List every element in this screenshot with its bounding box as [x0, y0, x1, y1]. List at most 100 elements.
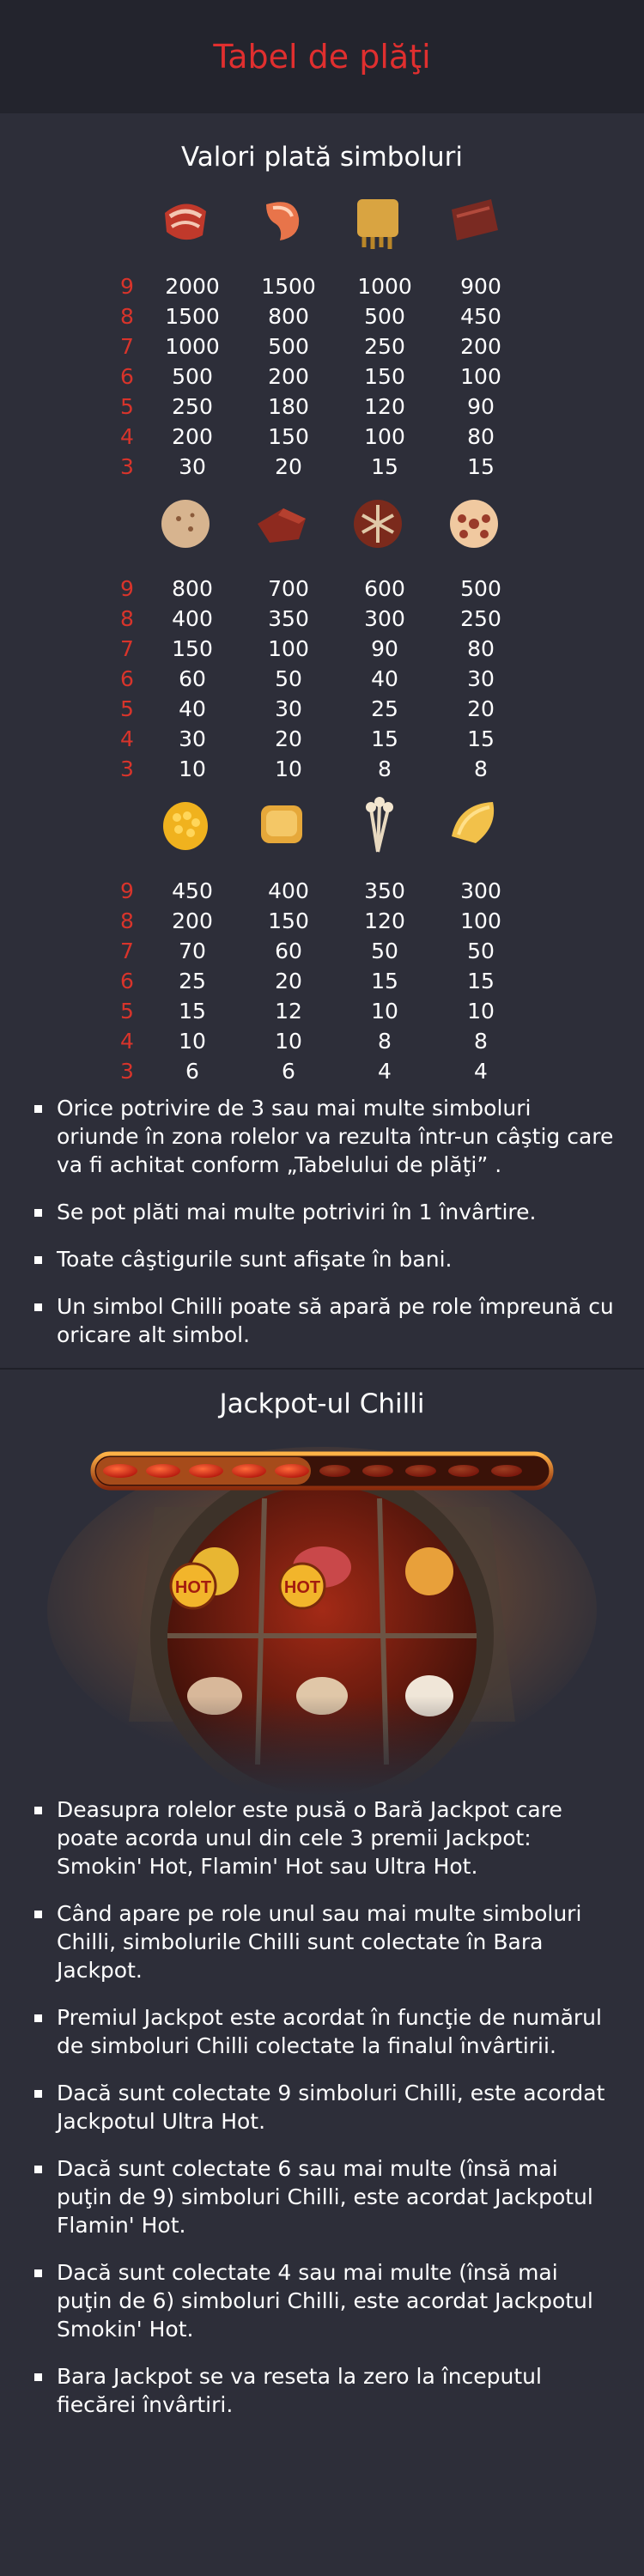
payout-value: 450 — [172, 878, 213, 903]
paytable-row: 3 6 6 4 4 — [0, 1056, 644, 1086]
payout-value: 10 — [179, 1029, 206, 1054]
symbol-icons — [153, 187, 507, 252]
payout-value: 120 — [364, 908, 405, 933]
paytable-row: 6 25 20 15 15 — [0, 966, 644, 996]
payout-value: 500 — [364, 304, 405, 329]
paytable-row: 8 400 350 300 250 — [0, 604, 644, 634]
payout-value: 40 — [179, 696, 206, 721]
payout-value: 90 — [467, 394, 495, 419]
payout-value: 300 — [364, 606, 405, 631]
payout-value: 250 — [460, 606, 501, 631]
match-count-label: 9 — [120, 576, 134, 601]
paytable-group: 9 800 700 600 500 8 400 350 300 250 7 150 100 90 80 6 60… — [0, 489, 644, 792]
match-count-label: 7 — [120, 334, 134, 359]
paytable-row: 9 2000 1500 1000 900 — [0, 271, 644, 301]
payout-value: 200 — [268, 364, 309, 389]
match-count-label: 7 — [120, 636, 134, 661]
payout-value: 800 — [172, 576, 213, 601]
payout-value: 6 — [185, 1059, 199, 1084]
match-count-label: 5 — [120, 696, 134, 721]
payout-value: 15 — [371, 969, 398, 993]
potato-icon — [452, 802, 495, 843]
payout-value: 1500 — [261, 274, 316, 299]
payout-value: 30 — [467, 666, 495, 691]
match-count-label: 3 — [120, 454, 134, 479]
jackpot-rules-list: Deasupra rolelor este pusă o Bară Jackpo… — [0, 1795, 617, 2419]
payout-value: 20 — [275, 454, 302, 479]
header: Tabel de plăţi — [0, 0, 644, 113]
payout-value: 150 — [172, 636, 213, 661]
payout-value: 10 — [275, 1029, 302, 1054]
payout-value: 1000 — [165, 334, 220, 359]
payout-value: 8 — [474, 1029, 488, 1054]
match-count-label: 4 — [120, 726, 134, 751]
payout-value: 800 — [268, 304, 309, 329]
payout-value: 25 — [371, 696, 398, 721]
payout-value: 15 — [467, 969, 495, 993]
match-count-label: 9 — [120, 878, 134, 903]
payout-value: 100 — [268, 636, 309, 661]
payout-value: 20 — [275, 726, 302, 751]
match-count-label: 4 — [120, 1029, 134, 1054]
match-count-label: 6 — [120, 364, 134, 389]
match-count-label: 6 — [120, 666, 134, 691]
payout-value: 10 — [467, 999, 495, 1024]
paytable-group: 9 2000 1500 1000 900 8 1500 800 500 450 7 1000 500 25… — [0, 187, 644, 489]
payout-value: 2000 — [165, 274, 220, 299]
paytable-row: 5 40 30 25 20 — [0, 694, 644, 724]
payout-value: 6 — [282, 1059, 295, 1084]
payout-value: 100 — [364, 424, 405, 449]
payout-value: 15 — [371, 726, 398, 751]
match-count-label: 6 — [120, 969, 134, 993]
enoki-icon — [366, 797, 393, 853]
payout-value: 90 — [371, 636, 398, 661]
rule-item: Dacă sunt colectate 9 simboluri Chilli, … — [33, 2079, 617, 2136]
payout-value: 80 — [467, 424, 495, 449]
rules-list: Orice potrivire de 3 sau mai multe simbo… — [0, 1094, 617, 1349]
payout-value: 20 — [467, 696, 495, 721]
tripe-icon — [357, 199, 398, 249]
paytable-row: 3 30 20 15 15 — [0, 452, 644, 482]
paytable-row: 4 30 20 15 15 — [0, 724, 644, 754]
jackpot-bar — [90, 1451, 554, 1491]
rule-item: Când apare pe role unul sau mai multe si… — [33, 1899, 617, 1984]
payout-value: 700 — [268, 576, 309, 601]
payout-value: 10 — [179, 756, 206, 781]
payout-value: 8 — [474, 756, 488, 781]
payout-value: 150 — [364, 364, 405, 389]
rule-item: Dacă sunt colectate 6 sau mai multe (îns… — [33, 2154, 617, 2239]
payout-value: 500 — [172, 364, 213, 389]
payout-value: 50 — [275, 666, 302, 691]
payout-value: 30 — [275, 696, 302, 721]
rule-item: Bara Jackpot se va reseta la zero la înc… — [33, 2362, 617, 2419]
payout-value: 120 — [364, 394, 405, 419]
payout-value: 50 — [371, 939, 398, 963]
payout-value: 20 — [275, 969, 302, 993]
mushroom-icon — [354, 500, 402, 548]
payout-value: 350 — [364, 878, 405, 903]
match-count-label: 8 — [120, 606, 134, 631]
payout-value: 60 — [275, 939, 302, 963]
payout-value: 100 — [460, 908, 501, 933]
paytable-row: 9 800 700 600 500 — [0, 574, 644, 604]
shrimp-icon — [266, 202, 300, 240]
payout-value: 150 — [268, 908, 309, 933]
paytable-row: 5 15 12 10 10 — [0, 996, 644, 1026]
paytable-row: 8 1500 800 500 450 — [0, 301, 644, 331]
paytable-title: Valori plată simboluri — [180, 142, 464, 173]
paytable-row: 8 200 150 120 100 — [0, 906, 644, 936]
payout-value: 30 — [179, 454, 206, 479]
payout-value: 10 — [371, 999, 398, 1024]
lotus-root-icon — [450, 500, 498, 548]
payout-value: 4 — [474, 1059, 488, 1084]
corn-icon — [163, 802, 208, 850]
payout-value: 100 — [460, 364, 501, 389]
payout-value: 150 — [268, 424, 309, 449]
rule-item: Orice potrivire de 3 sau mai multe simbo… — [33, 1094, 617, 1179]
payout-value: 1500 — [165, 304, 220, 329]
payout-value: 15 — [467, 726, 495, 751]
payout-value: 600 — [364, 576, 405, 601]
payout-value: 300 — [460, 878, 501, 903]
payout-value: 500 — [460, 576, 501, 601]
payout-value: 12 — [275, 999, 302, 1024]
